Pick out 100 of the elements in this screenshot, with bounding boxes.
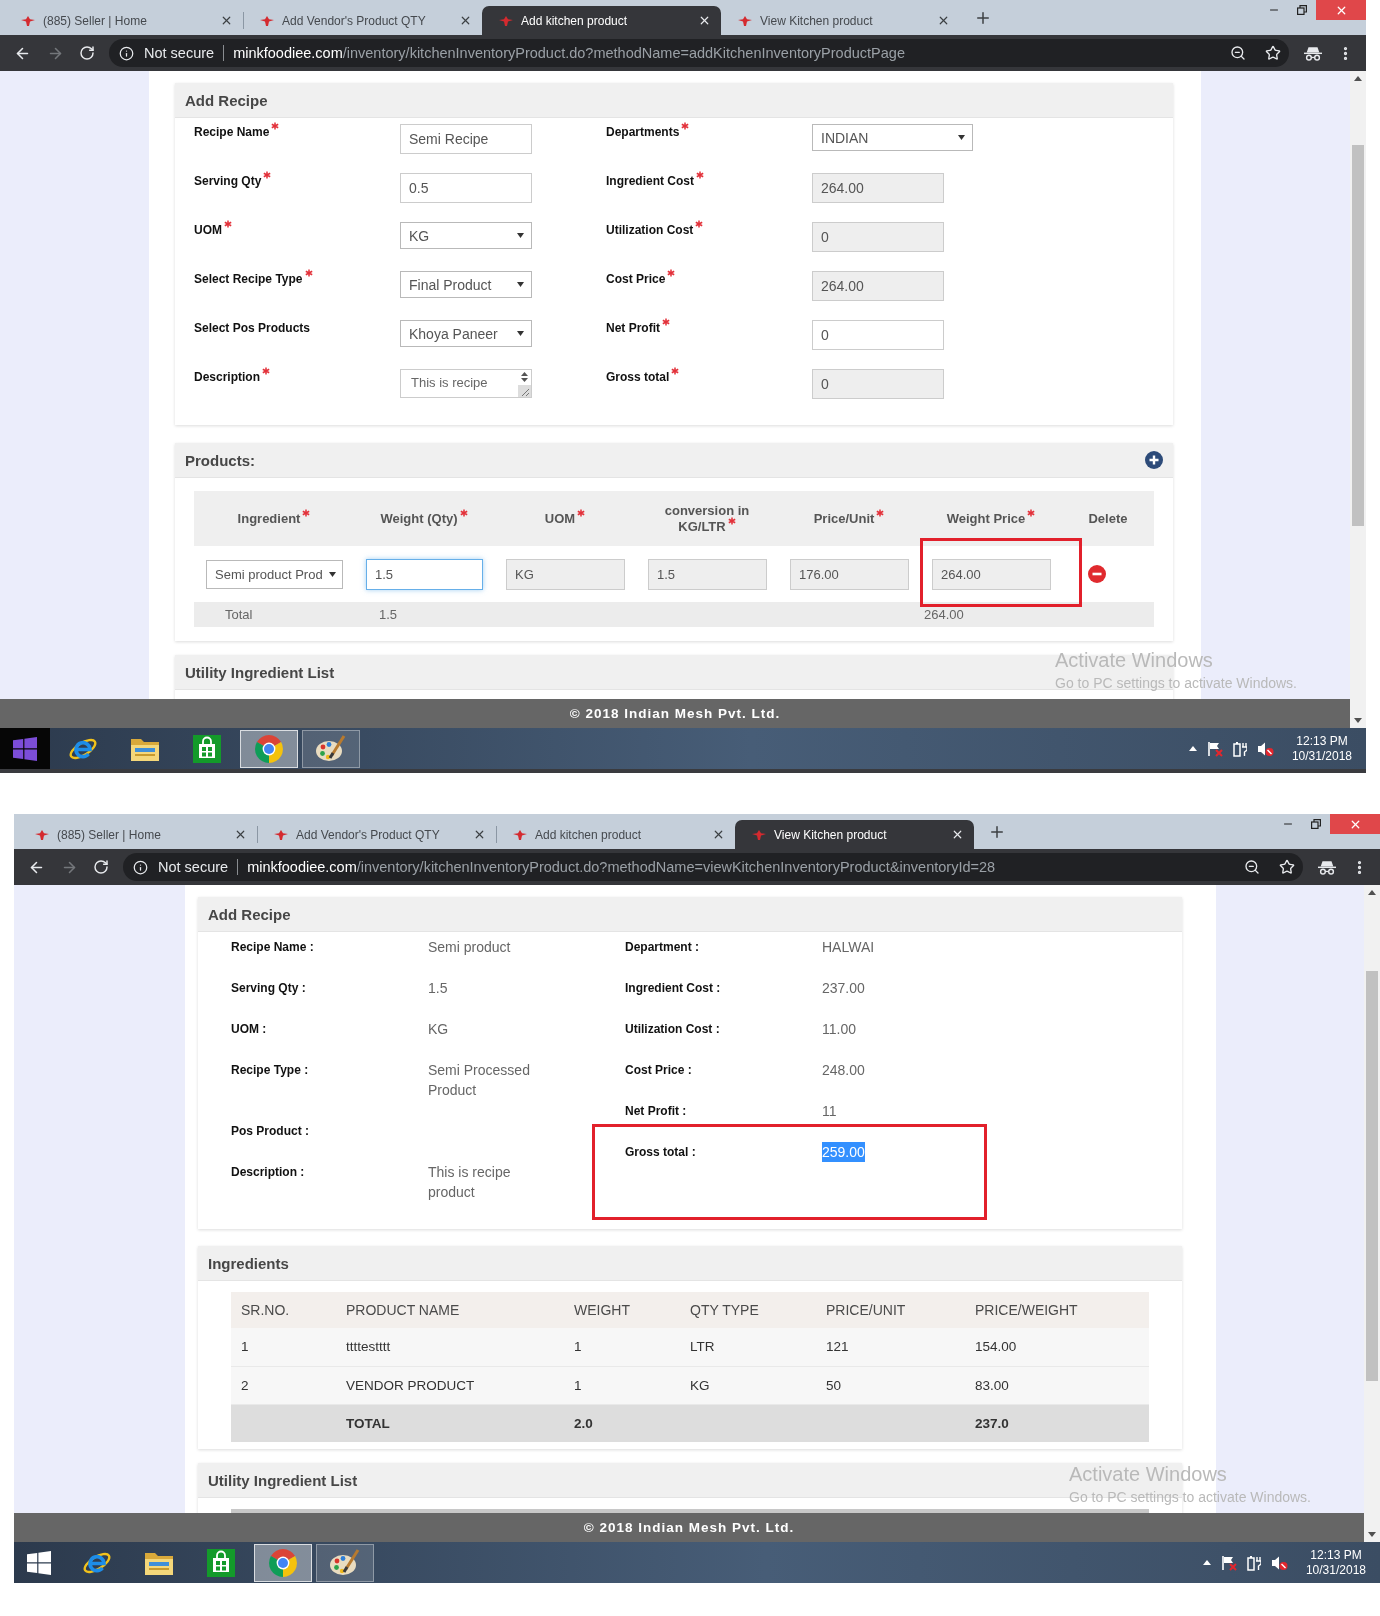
zoom-out-icon[interactable] <box>1230 45 1246 61</box>
scrollbar-thumb[interactable] <box>1352 145 1364 526</box>
input-field[interactable]: 264.00 <box>932 558 1051 590</box>
palette-icon <box>315 733 347 764</box>
scrollbar[interactable] <box>1350 71 1366 728</box>
star-icon[interactable] <box>1279 859 1295 875</box>
caret-up-icon[interactable] <box>1202 1560 1211 1565</box>
scrollbar-thumb[interactable] <box>1366 971 1378 1381</box>
input-field[interactable]: 1.5 <box>366 558 483 590</box>
input-field[interactable]: 0 <box>812 222 944 252</box>
close-icon[interactable] <box>951 828 964 841</box>
dropdown[interactable]: KG <box>400 222 532 249</box>
flag-icon[interactable] <box>1206 740 1223 757</box>
browser-tab[interactable]: Add kitchen product <box>482 6 721 35</box>
input-field[interactable]: Semi Recipe <box>400 124 532 154</box>
battery-plug-icon[interactable] <box>1246 1554 1261 1571</box>
taskbar-app-button[interactable] <box>240 729 298 768</box>
battery-plug-icon[interactable] <box>1232 740 1247 757</box>
flag-icon[interactable] <box>1220 1554 1237 1571</box>
caret-up-icon[interactable] <box>1354 76 1362 81</box>
dropdown[interactable]: Final Product <box>400 271 532 298</box>
favicon-icon <box>499 15 513 26</box>
input-field[interactable]: 264.00 <box>812 271 944 301</box>
window-panes-icon <box>27 1550 51 1575</box>
column-header: Ingredient <box>237 510 301 526</box>
close-icon[interactable] <box>698 14 711 27</box>
caret-down-icon[interactable] <box>1368 1532 1376 1537</box>
restore-icon[interactable] <box>1311 819 1321 829</box>
clock-time[interactable]: 12:13 PM <box>1310 1547 1362 1563</box>
clock-time[interactable]: 12:13 PM <box>1296 733 1348 749</box>
detail-label: Recipe Type : <box>231 1062 309 1079</box>
zoom-out-icon[interactable] <box>1244 859 1260 875</box>
input-field[interactable]: 1.5 <box>648 558 767 590</box>
input-field[interactable]: KG <box>506 558 625 590</box>
caret-up-icon[interactable] <box>1188 746 1197 751</box>
spinner-arrows-icon[interactable] <box>520 372 528 382</box>
caret-down-icon <box>517 282 524 287</box>
close-icon[interactable] <box>712 828 725 841</box>
field-label: Select Pos Products <box>194 320 311 336</box>
reload-icon[interactable] <box>79 45 95 61</box>
table-cell: ttttestttt <box>346 1339 391 1355</box>
hat-glasses-icon[interactable] <box>1304 45 1322 61</box>
speaker-muted-icon[interactable] <box>1256 740 1274 757</box>
caret-up-icon[interactable] <box>1368 890 1376 895</box>
detail-label: Gross total : <box>625 1144 696 1161</box>
hat-glasses-icon[interactable] <box>1318 859 1336 875</box>
star-icon[interactable] <box>1265 45 1281 61</box>
caret-down-icon[interactable] <box>1354 718 1362 723</box>
dropdown[interactable]: INDIAN <box>812 124 973 151</box>
browser-tab[interactable]: Add Vendor's Product QTY <box>243 6 482 35</box>
detail-label: Recipe Name : <box>231 939 314 956</box>
address-bar[interactable]: Not secure minkfoodiee.com/inventory/kitchenInventoryProduct.do?methodName=viewKitchenInventoryProduct&inventoryId=28 <box>123 853 1303 881</box>
reload-icon[interactable] <box>93 859 109 875</box>
plus-circle-icon[interactable] <box>1145 451 1163 469</box>
textarea-field[interactable]: This is recipe <box>400 369 532 398</box>
close-icon[interactable] <box>473 828 486 841</box>
address-bar[interactable]: Not secure minkfoodiee.com/inventory/kitchenInventoryProduct.do?methodName=addKitchenInventoryProductPage <box>109 39 1289 67</box>
input-field[interactable]: 264.00 <box>812 173 944 203</box>
info-icon[interactable] <box>133 859 148 875</box>
caret-down-icon <box>958 135 965 140</box>
input-field[interactable]: 0 <box>812 369 944 399</box>
browser-tab[interactable]: (885) Seller | Home <box>18 820 257 849</box>
scrollbar[interactable] <box>1364 885 1380 1542</box>
resize-grip-icon[interactable] <box>517 385 531 397</box>
detail-label: Department : <box>625 939 699 956</box>
clock-date[interactable]: 10/31/2018 <box>1291 748 1352 764</box>
browser-tab[interactable]: Add kitchen product <box>496 820 735 849</box>
panel-title: Products: <box>185 451 255 469</box>
info-icon[interactable] <box>119 45 134 61</box>
shopping-bag-icon <box>207 1548 235 1577</box>
field-label: Utilization Cost <box>606 222 694 238</box>
browser-tab[interactable]: View Kitchen product <box>721 6 960 35</box>
taskbar-app-button[interactable] <box>302 729 360 768</box>
panel-title: Add Recipe <box>185 91 268 109</box>
column-header: PRICE/WEIGHT <box>975 1302 1078 1318</box>
start-button[interactable] <box>0 728 50 769</box>
close-icon[interactable] <box>937 14 950 27</box>
input-field[interactable]: 0.5 <box>400 173 532 203</box>
total-label: TOTAL <box>346 1416 390 1431</box>
speaker-muted-icon[interactable] <box>1270 1554 1288 1571</box>
browser-tab[interactable]: (885) Seller | Home <box>4 6 243 35</box>
browser-tab[interactable]: View Kitchen product <box>735 820 974 849</box>
footer: © 2018 Indian Mesh Pvt. Ltd. <box>0 699 1350 728</box>
restore-icon[interactable] <box>1297 5 1307 15</box>
close-icon[interactable] <box>234 828 247 841</box>
browser-tab[interactable]: Add Vendor's Product QTY <box>257 820 496 849</box>
taskbar-app-button[interactable] <box>254 1543 312 1582</box>
clock-date[interactable]: 10/31/2018 <box>1305 1562 1366 1578</box>
close-icon[interactable] <box>220 14 233 27</box>
input-field[interactable]: 176.00 <box>790 558 909 590</box>
dropdown[interactable]: Khoya Paneer <box>400 320 532 347</box>
close-icon[interactable] <box>459 14 472 27</box>
taskbar-app-button[interactable] <box>316 1543 374 1582</box>
field-label: Serving Qty <box>194 173 262 189</box>
column-header: UOM <box>544 510 576 526</box>
input-field[interactable]: 0 <box>812 320 944 350</box>
total-value: 237.0 <box>975 1416 1009 1431</box>
detail-value: HALWAI <box>822 938 875 957</box>
minus-circle-icon[interactable] <box>1088 565 1106 583</box>
dropdown[interactable]: Semi product Prod <box>206 559 343 589</box>
